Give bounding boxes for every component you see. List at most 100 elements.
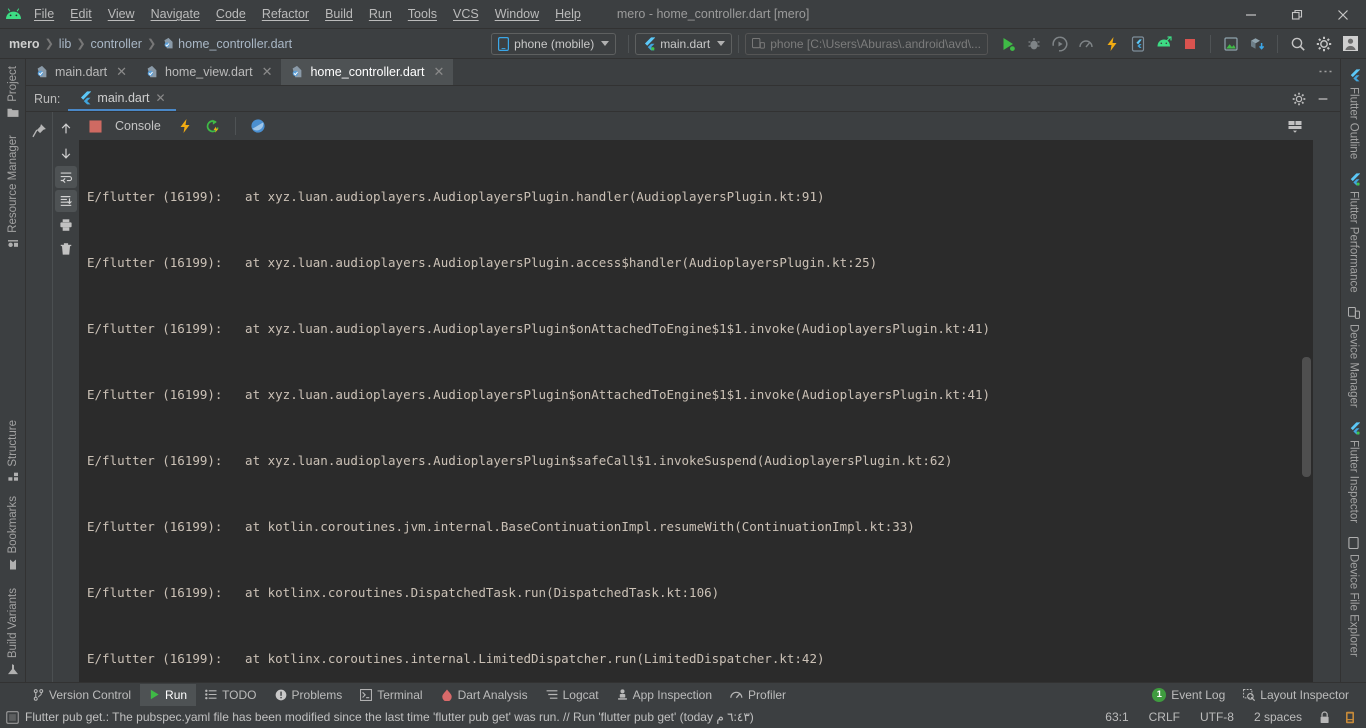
close-icon[interactable]: ✕ <box>433 64 444 80</box>
sidebar-item-flutter-inspector[interactable]: Flutter Inspector <box>1348 415 1360 530</box>
stop-icon[interactable] <box>1178 32 1202 56</box>
status-tool-todo[interactable]: TODO <box>196 684 265 706</box>
print-icon[interactable] <box>55 214 77 236</box>
dart-devtools-icon[interactable] <box>246 114 270 138</box>
chevron-down-icon <box>601 41 610 46</box>
account-avatar-icon[interactable] <box>1338 32 1362 56</box>
status-tool-terminal[interactable]: Terminal <box>351 684 431 706</box>
read-only-lock-icon[interactable] <box>1315 710 1334 724</box>
debug-icon[interactable] <box>1022 32 1046 56</box>
settings-gear-icon[interactable] <box>1312 32 1336 56</box>
line-separator[interactable]: CRLF <box>1142 710 1187 724</box>
notification-icon[interactable] <box>6 710 19 724</box>
caret-position[interactable]: 63:1 <box>1098 710 1135 724</box>
structure-icon <box>7 471 19 482</box>
breadcrumb-item-controller[interactable]: controller <box>88 37 145 51</box>
console-right-gutter <box>1313 112 1340 682</box>
hot-restart-icon[interactable] <box>201 114 225 138</box>
breadcrumb-item-project[interactable]: mero <box>6 37 43 51</box>
sidebar-item-device-file-explorer[interactable]: Device File Explorer <box>1348 530 1360 664</box>
menu-item-help[interactable]: Help <box>547 0 589 28</box>
status-tool-app-inspection[interactable]: App Inspection <box>608 684 721 706</box>
status-tool-run[interactable]: Run <box>140 683 197 706</box>
terminal-icon <box>360 688 373 701</box>
sidebar-item-flutter-outline[interactable]: Flutter Outline <box>1348 59 1360 166</box>
more-tabs-icon[interactable]: ⋮ <box>1317 64 1335 80</box>
file-encoding[interactable]: UTF-8 <box>1193 710 1241 724</box>
sidebar-item-bookmarks[interactable]: Bookmarks <box>7 489 19 578</box>
maximize-button[interactable] <box>1274 0 1320 29</box>
menu-item-navigate[interactable]: Navigate <box>143 0 208 28</box>
console-scrollbar[interactable] <box>1300 140 1313 682</box>
close-icon[interactable]: ✕ <box>156 91 166 105</box>
layout-settings-icon[interactable] <box>1283 114 1307 138</box>
sidebar-item-flutter-performance[interactable]: Flutter Performance <box>1348 166 1360 300</box>
console-tab-label[interactable]: Console <box>111 119 169 133</box>
gear-icon[interactable] <box>1288 88 1310 110</box>
sidebar-item-project[interactable]: Project <box>7 59 19 128</box>
install-apk-icon[interactable] <box>1245 32 1269 56</box>
dart-file-icon <box>35 65 49 79</box>
open-devtools-icon[interactable] <box>1126 32 1150 56</box>
device-path-field[interactable]: phone [C:\Users\Aburas\.android\avd\... <box>745 32 988 55</box>
menu-item-run[interactable]: Run <box>361 0 400 28</box>
editor-tab-home-controller-dart[interactable]: home_controller.dart ✕ <box>281 59 454 85</box>
hot-reload-icon[interactable] <box>173 114 197 138</box>
hide-window-icon[interactable] <box>1312 88 1334 110</box>
sidebar-item-device-manager[interactable]: Device Manager <box>1347 300 1360 415</box>
editor-tab-home-view-dart[interactable]: home_view.dart ✕ <box>136 59 281 85</box>
stop-icon[interactable] <box>83 114 107 138</box>
close-button[interactable] <box>1320 0 1366 29</box>
sidebar-item-resource-manager[interactable]: Resource Manager <box>7 128 19 256</box>
soft-wrap-icon[interactable] <box>55 166 77 188</box>
sidebar-item-structure[interactable]: Structure <box>7 413 19 490</box>
editor-tab-main-dart[interactable]: main.dart ✕ <box>26 59 136 85</box>
menu-item-build[interactable]: Build <box>317 0 361 28</box>
search-icon[interactable] <box>1286 32 1310 56</box>
menu-item-file[interactable]: File <box>26 0 62 28</box>
status-tool-event-log[interactable]: 1 Event Log <box>1143 684 1234 706</box>
status-tool-problems[interactable]: Problems <box>266 684 352 706</box>
run-configuration-dropdown[interactable]: main.dart <box>635 32 733 55</box>
close-icon[interactable]: ✕ <box>262 64 273 80</box>
status-tool-profiler[interactable]: Profiler <box>721 684 795 706</box>
app-inspection-icon <box>617 688 628 701</box>
build-variants-icon <box>7 663 19 675</box>
profile-icon[interactable] <box>1074 32 1098 56</box>
status-tool-layout-inspector[interactable]: Layout Inspector <box>1234 684 1358 706</box>
hot-reload-icon[interactable] <box>1100 32 1124 56</box>
run-with-coverage-icon[interactable] <box>1048 32 1072 56</box>
scroll-to-end-icon[interactable] <box>55 190 77 212</box>
status-message[interactable]: Flutter pub get.: The pubspec.yaml file … <box>25 710 1092 724</box>
inspection-widget-icon[interactable] <box>1340 711 1360 724</box>
close-icon[interactable]: ✕ <box>116 64 127 80</box>
menu-label: Window <box>494 7 540 21</box>
flutter-attach-icon[interactable] <box>1152 32 1176 56</box>
down-arrow-icon[interactable] <box>55 142 77 164</box>
minimize-button[interactable] <box>1228 0 1274 29</box>
console-output[interactable]: E/flutter (16199): at xyz.luan.audioplay… <box>79 140 1313 682</box>
breadcrumb-item-file[interactable]: home_controller.dart <box>175 37 295 51</box>
menu-item-window[interactable]: Window <box>487 0 547 28</box>
menu-item-edit[interactable]: Edit <box>62 0 100 28</box>
run-icon[interactable] <box>996 32 1020 56</box>
menu-item-refactor[interactable]: Refactor <box>254 0 317 28</box>
screenshot-icon[interactable] <box>1219 32 1243 56</box>
menu-item-view[interactable]: View <box>100 0 143 28</box>
run-session-tab[interactable]: main.dart ✕ <box>68 86 176 111</box>
device-selector-dropdown[interactable]: phone (mobile) <box>491 32 617 55</box>
trash-icon[interactable] <box>55 238 77 260</box>
sidebar-item-build-variants[interactable]: Build Variants <box>7 578 19 682</box>
device-manager-icon <box>1347 306 1360 319</box>
status-tool-logcat[interactable]: Logcat <box>537 684 608 706</box>
status-tool-version-control[interactable]: Version Control <box>24 684 140 706</box>
scrollbar-thumb[interactable] <box>1302 356 1311 477</box>
status-tool-dart-analysis[interactable]: Dart Analysis <box>432 684 537 706</box>
menu-item-code[interactable]: Code <box>208 0 254 28</box>
breadcrumb-item-lib[interactable]: lib <box>56 37 75 51</box>
up-arrow-icon[interactable] <box>55 118 77 140</box>
indent-setting[interactable]: 2 spaces <box>1247 710 1309 724</box>
pin-icon[interactable] <box>28 119 50 141</box>
menu-item-vcs[interactable]: VCS <box>445 0 487 28</box>
menu-item-tools[interactable]: Tools <box>400 0 445 28</box>
